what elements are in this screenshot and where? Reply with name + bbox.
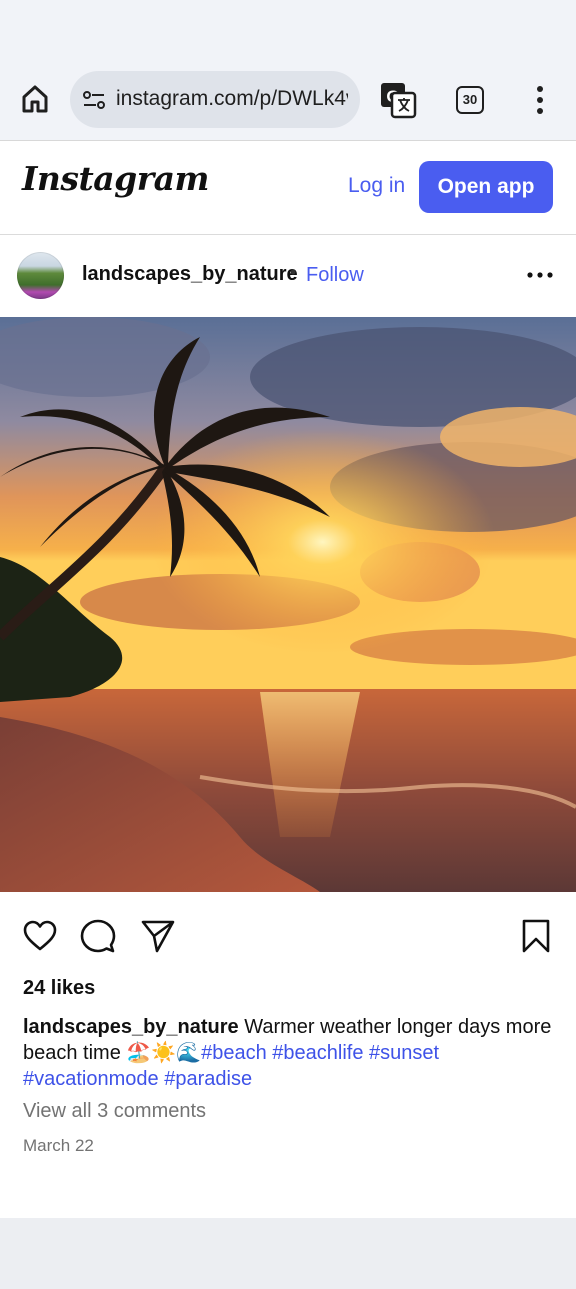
save-button[interactable] <box>518 918 554 954</box>
translate-button[interactable]: G <box>378 80 418 120</box>
likes-count[interactable]: 24 likes <box>23 977 95 1000</box>
more-horizontal-icon <box>527 272 553 278</box>
url-text[interactable]: instagram.com/p/DWLk4v <box>116 87 348 111</box>
instagram-header: Instagram Log in Open app <box>0 141 576 235</box>
hashtag-link[interactable]: #paradise <box>164 1068 252 1090</box>
home-button[interactable] <box>18 82 52 116</box>
post-header: landscapes_by_nature • Follow <box>0 235 576 317</box>
separator-dot: • <box>290 262 297 282</box>
comment-button[interactable] <box>80 918 116 954</box>
post-caption: landscapes_by_nature Warmer weather long… <box>23 1014 558 1092</box>
sunset-beach-photo <box>0 317 576 892</box>
bookmark-icon <box>522 919 550 953</box>
caption-username[interactable]: landscapes_by_nature <box>23 1016 239 1038</box>
home-icon <box>22 85 48 113</box>
site-settings-icon[interactable] <box>82 88 106 112</box>
post-image[interactable] <box>0 317 576 892</box>
post-options-button[interactable] <box>526 265 554 285</box>
status-bar-area <box>0 0 576 60</box>
send-icon <box>141 920 175 953</box>
hashtag-link[interactable]: #vacationmode <box>23 1068 159 1090</box>
view-comments-link[interactable]: View all 3 comments <box>23 1100 206 1123</box>
hashtag-link[interactable]: #sunset <box>369 1042 439 1064</box>
avatar[interactable] <box>17 252 64 299</box>
post-actions <box>0 906 576 966</box>
follow-button[interactable]: Follow <box>306 264 364 287</box>
login-link[interactable]: Log in <box>348 174 405 198</box>
address-bar[interactable]: instagram.com/p/DWLk4v <box>70 71 360 128</box>
post-date: March 22 <box>23 1136 94 1155</box>
comment-icon <box>80 919 116 953</box>
hashtag-link[interactable]: #beachlife <box>272 1042 363 1064</box>
browser-menu-button[interactable] <box>528 84 552 116</box>
bottom-area <box>0 1218 576 1289</box>
open-app-button[interactable]: Open app <box>419 161 553 213</box>
tabs-count-button[interactable]: 30 <box>456 86 484 114</box>
post-username[interactable]: landscapes_by_nature <box>82 263 298 286</box>
more-vert-icon <box>537 86 543 114</box>
instagram-logo[interactable]: Instagram <box>22 159 209 198</box>
heart-icon <box>23 920 57 951</box>
browser-toolbar: instagram.com/p/DWLk4v G 30 <box>0 60 576 141</box>
share-button[interactable] <box>140 918 176 954</box>
like-button[interactable] <box>22 918 58 954</box>
translate-icon: G <box>381 83 417 119</box>
hashtag-link[interactable]: #beach <box>201 1042 267 1064</box>
